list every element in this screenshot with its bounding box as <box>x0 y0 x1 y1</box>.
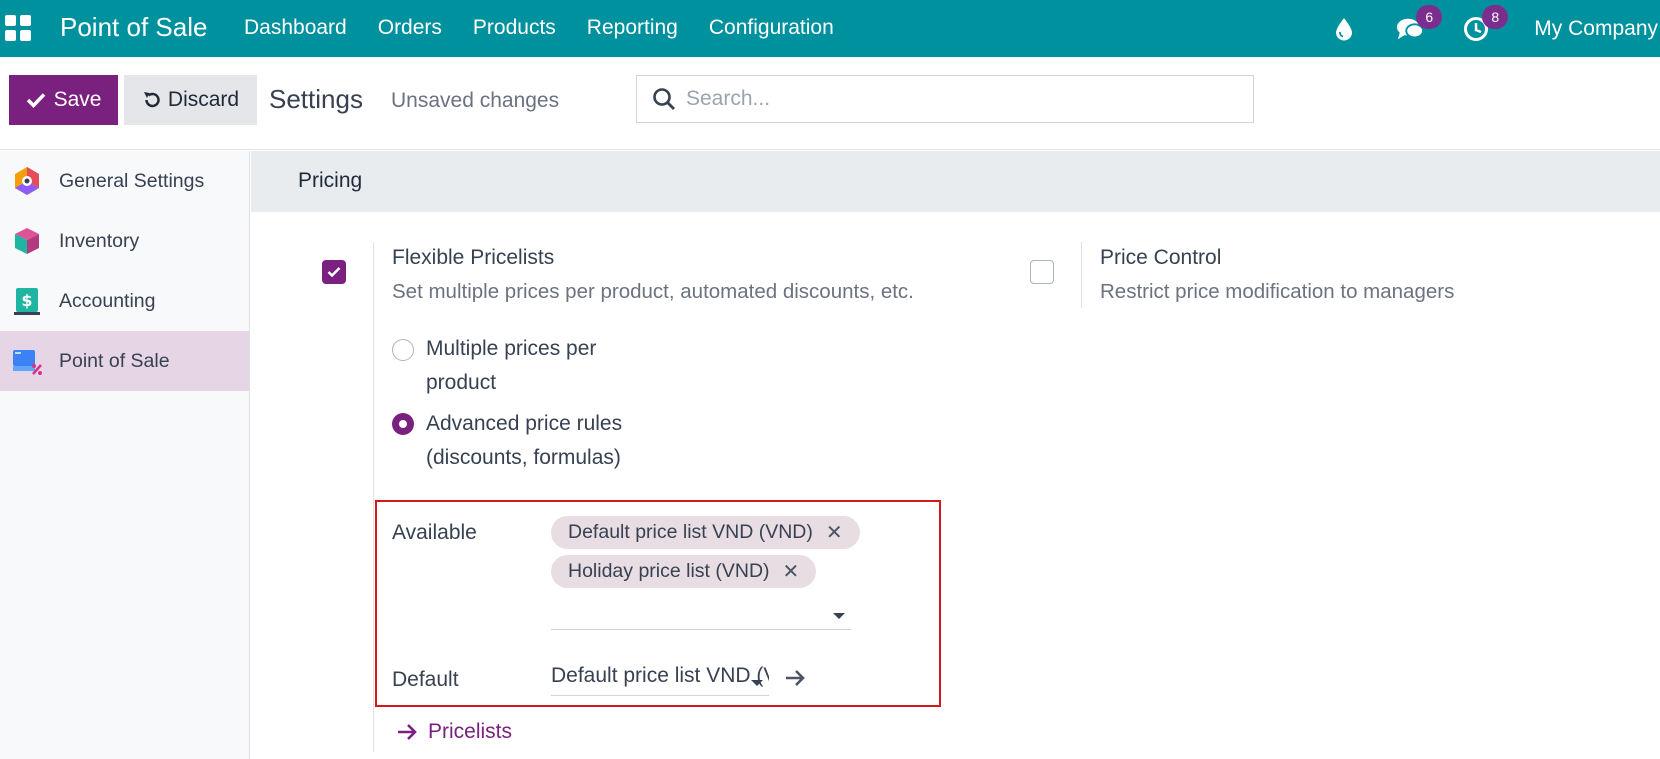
remove-tag-icon[interactable]: ✕ <box>783 559 800 584</box>
section-title: Pricing <box>298 169 363 192</box>
tag-label: Default price list VND (VND) <box>568 521 813 543</box>
available-label: Available <box>392 521 477 544</box>
check-icon <box>26 93 45 108</box>
svg-text:$: $ <box>21 291 32 310</box>
undo-icon <box>143 92 160 108</box>
sidebar-item-point-of-sale[interactable]: Point of Sale <box>0 331 249 391</box>
company-switcher[interactable]: My Company <box>1534 17 1658 41</box>
messages-badge: 6 <box>1416 4 1443 29</box>
check-icon <box>327 267 341 278</box>
messages-icon[interactable]: 6 <box>1396 4 1443 43</box>
tag-label: Holiday price list (VND) <box>568 560 770 582</box>
search-icon <box>652 87 676 111</box>
chevron-down-icon <box>751 680 763 686</box>
pricelists-link-label: Pricelists <box>428 720 513 743</box>
point-of-sale-icon <box>12 346 42 376</box>
setting-divider <box>373 242 374 752</box>
menu-dashboard[interactable]: Dashboard <box>244 16 347 40</box>
section-header: Pricing <box>251 151 1660 212</box>
menu-products[interactable]: Products <box>473 16 556 40</box>
discard-label: Discard <box>167 88 240 111</box>
radio-multiple-prices[interactable] <box>392 339 414 361</box>
activities-clock-icon[interactable]: 8 <box>1462 4 1509 43</box>
search-input[interactable] <box>686 87 1226 111</box>
price-control-checkbox[interactable] <box>1030 260 1054 284</box>
systray: 6 8 My Company <box>1330 0 1660 57</box>
price-control-description: Restrict price modification to managers <box>1100 280 1455 303</box>
activities-badge: 8 <box>1482 4 1509 29</box>
top-navbar: Point of Sale Dashboard Orders Products … <box>0 0 1660 57</box>
arrow-right-icon <box>398 724 417 740</box>
flexible-pricelists-checkbox[interactable] <box>322 260 346 284</box>
sidebar-item-label: Point of Sale <box>59 349 170 372</box>
search-box[interactable] <box>636 75 1254 123</box>
sidebar-item-general-settings[interactable]: General Settings <box>0 151 249 211</box>
main-menu: Dashboard Orders Products Reporting Conf… <box>244 16 865 40</box>
default-label: Default <box>392 668 459 691</box>
flexible-pricelists-description: Set multiple prices per product, automat… <box>392 280 914 303</box>
unsaved-status: Unsaved changes <box>391 89 560 112</box>
radio-multiple-prices-label[interactable]: Multiple prices per product <box>426 332 596 400</box>
sidebar-item-label: Inventory <box>59 229 140 252</box>
flexible-pricelists-title: Flexible Pricelists <box>392 246 555 269</box>
app-title[interactable]: Point of Sale <box>60 12 207 43</box>
pricelists-link[interactable]: Pricelists <box>396 720 512 744</box>
apps-grid-icon[interactable] <box>5 15 31 41</box>
remove-tag-icon[interactable]: ✕ <box>826 520 843 545</box>
menu-configuration[interactable]: Configuration <box>709 16 834 40</box>
pricelist-tag: Holiday price list (VND) ✕ <box>551 555 817 588</box>
debug-drop-icon[interactable] <box>1330 15 1358 43</box>
inventory-icon <box>12 226 42 256</box>
sidebar-item-label: General Settings <box>59 169 205 192</box>
radio-advanced-price-rules-label[interactable]: Advanced price rules (discounts, formula… <box>426 407 622 475</box>
discard-button[interactable]: Discard <box>124 75 257 125</box>
save-button[interactable]: Save <box>9 75 118 125</box>
page-title: Settings <box>269 84 363 114</box>
radio-advanced-price-rules[interactable] <box>392 413 414 435</box>
default-pricelist-select[interactable]: Default price list VND (VND) <box>551 664 769 696</box>
chevron-down-icon <box>833 613 845 619</box>
settings-sidebar: General Settings Inventory $ Accounting … <box>0 151 250 759</box>
accounting-icon: $ <box>12 286 42 316</box>
setting-divider <box>1081 242 1082 308</box>
price-control-title: Price Control <box>1100 246 1222 269</box>
open-record-arrow-icon[interactable] <box>783 666 807 695</box>
menu-orders[interactable]: Orders <box>378 16 442 40</box>
sidebar-item-accounting[interactable]: $ Accounting <box>0 271 249 331</box>
control-panel: Save Discard Settings Unsaved changes <box>0 57 1660 150</box>
menu-reporting[interactable]: Reporting <box>587 16 678 40</box>
sidebar-item-inventory[interactable]: Inventory <box>0 211 249 271</box>
save-label: Save <box>53 88 102 111</box>
available-pricelists-input[interactable] <box>551 599 851 630</box>
pricelist-tag: Default price list VND (VND) ✕ <box>551 516 860 549</box>
sidebar-item-label: Accounting <box>59 289 156 312</box>
general-settings-icon <box>12 166 42 196</box>
default-pricelist-value: Default price list VND (VND) <box>551 664 769 687</box>
